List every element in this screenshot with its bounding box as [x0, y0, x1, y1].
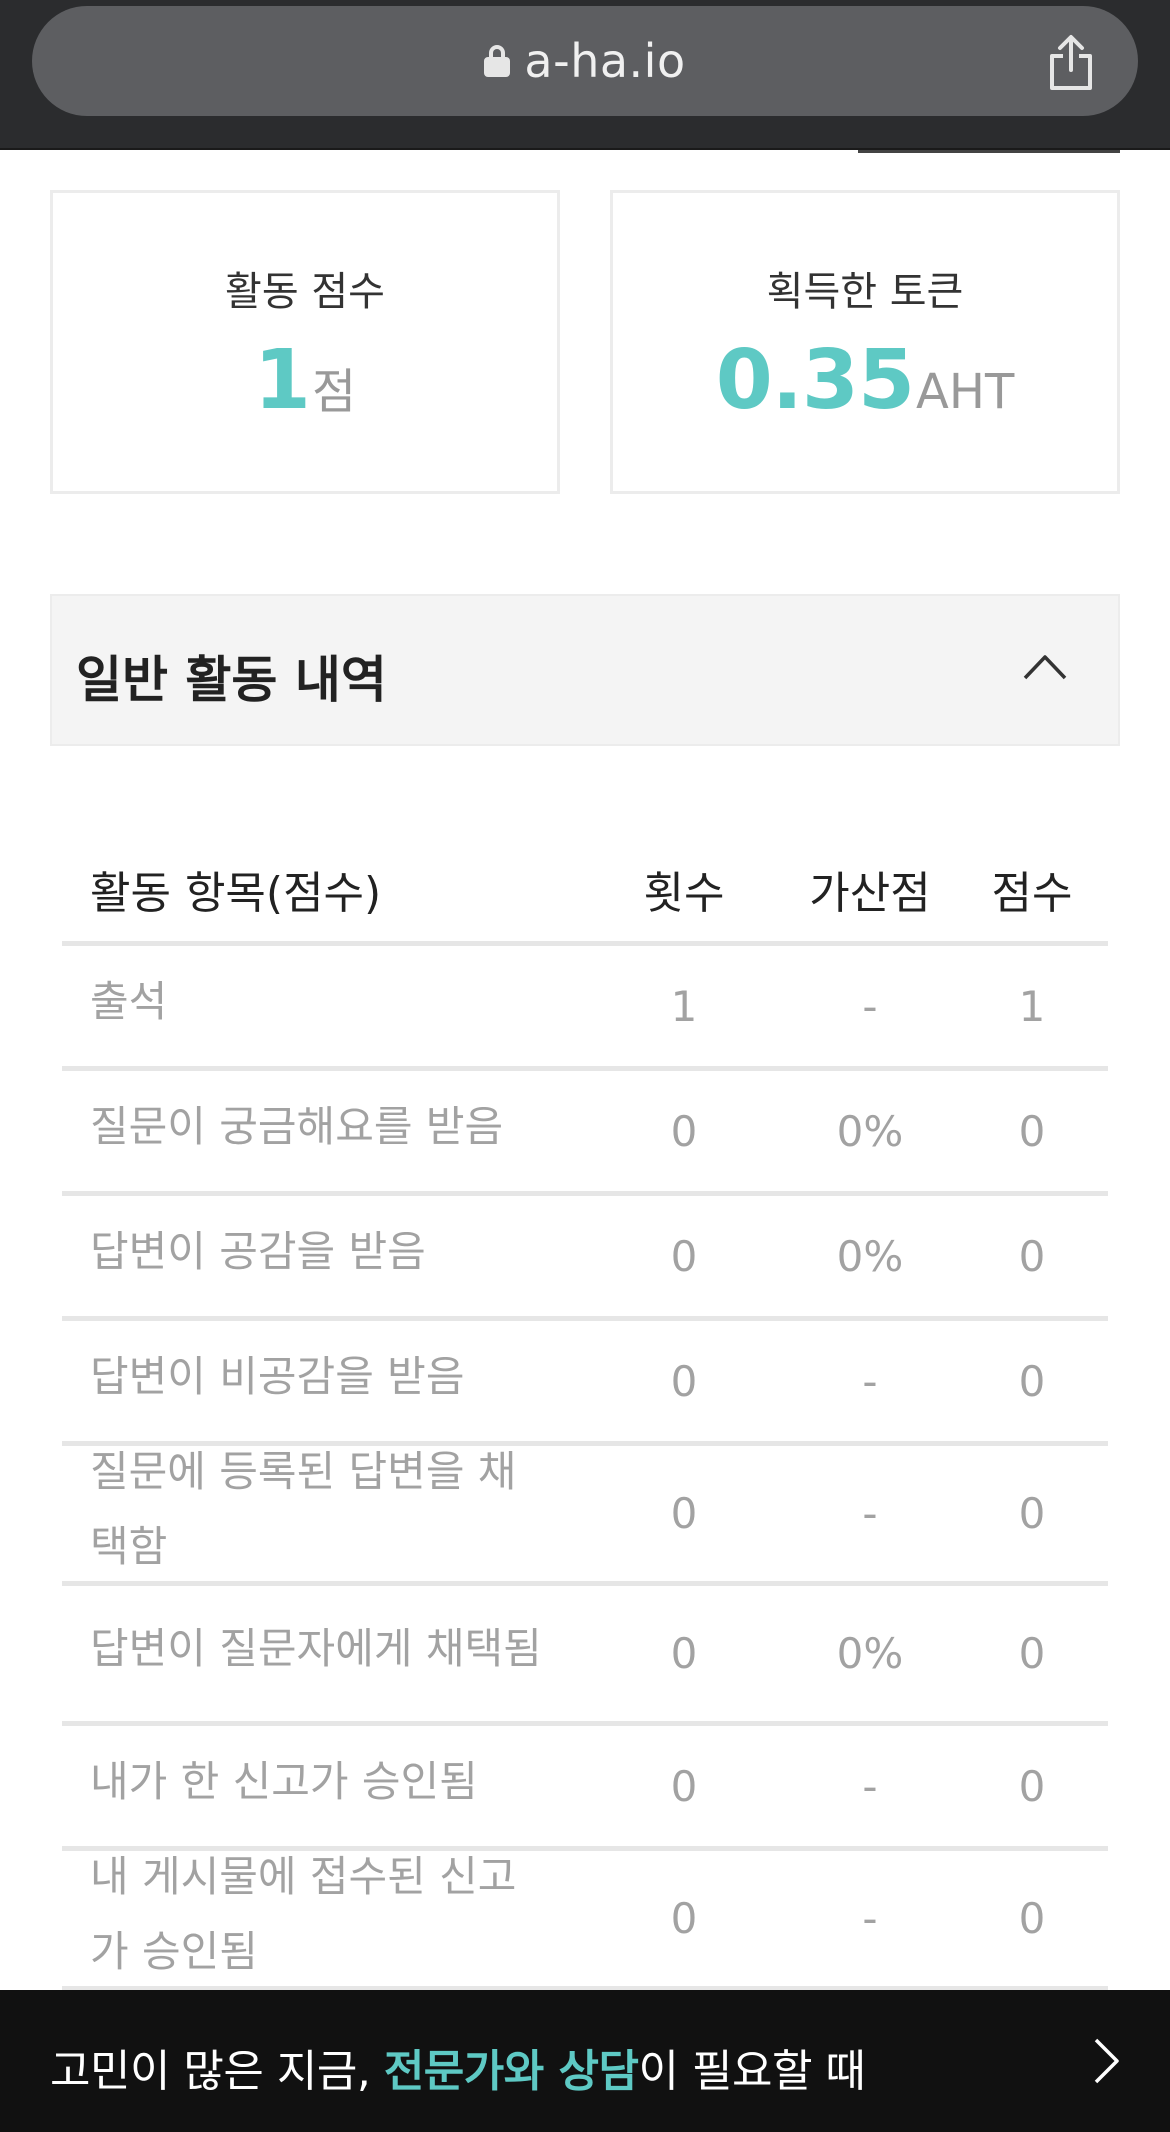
row-score: 0 [1018, 1106, 1046, 1156]
row-score: 0 [1018, 1894, 1046, 1943]
chevron-up-icon[interactable] [1022, 652, 1068, 682]
row-bonus: 0% [836, 1106, 904, 1156]
row-count: 0 [670, 1894, 698, 1943]
row-bonus: 0% [836, 1629, 904, 1678]
row-score: 0 [1018, 1761, 1046, 1811]
row-count: 0 [670, 1761, 698, 1811]
banner-text: 고민이 많은 지금, 전문가와 상담이 필요할 때 [50, 2035, 866, 2099]
row-bonus: - [862, 1894, 878, 1943]
row-score: 0 [1018, 1629, 1046, 1678]
row-item: 내가 한 신고가 승인됨 [90, 1756, 478, 1806]
header-score: 점수 [991, 867, 1073, 919]
row-count: 0 [670, 1231, 698, 1281]
lock-icon [484, 45, 511, 77]
activity-table: 활동 항목(점수) 횟수 가산점 점수 출석 1 - 1 질문이 궁금해요를 받… [62, 836, 1108, 1991]
row-count: 0 [670, 1489, 698, 1538]
token-unit: AHT [916, 364, 1015, 420]
browser-toolbar: a-ha.io [0, 0, 1170, 150]
activity-score-value: 1 [253, 333, 311, 428]
row-bonus: - [862, 1761, 878, 1811]
activity-score-title: 활동 점수 [225, 269, 385, 315]
row-count: 0 [670, 1106, 698, 1156]
row-item: 질문에 등록된 답변을 채택함 [90, 1446, 517, 1571]
table-row: 내가 한 신고가 승인됨 0 - 0 [62, 1726, 1108, 1851]
general-activity-accordion-header[interactable]: 일반 활동 내역 [50, 594, 1120, 746]
row-item: 내 게시물에 접수된 신고가 승인됨 [90, 1851, 517, 1976]
table-header: 활동 항목(점수) 횟수 가산점 점수 [62, 836, 1108, 946]
row-item: 답변이 비공감을 받음 [90, 1351, 465, 1401]
header-item: 활동 항목(점수) [90, 867, 382, 919]
activity-score-unit: 점 [311, 364, 357, 420]
cut-off-link-underline[interactable] [858, 150, 1120, 153]
table-row: 내 게시물에 접수된 신고가 승인됨 0 - 0 [62, 1851, 1108, 1991]
banner-suffix: 이 필요할 때 [638, 2046, 866, 2097]
row-item: 답변이 질문자에게 채택됨 [90, 1624, 542, 1673]
url-text: a-ha.io [524, 34, 686, 88]
expert-consult-banner[interactable]: 고민이 많은 지금, 전문가와 상담이 필요할 때 [0, 1990, 1170, 2132]
row-score: 1 [1018, 981, 1046, 1031]
row-bonus: - [862, 1489, 878, 1538]
table-row: 출석 1 - 1 [62, 946, 1108, 1071]
row-bonus: - [862, 1356, 878, 1406]
table-row: 답변이 질문자에게 채택됨 0 0% 0 [62, 1586, 1108, 1726]
row-bonus: 0% [836, 1231, 904, 1281]
row-bonus: - [862, 981, 878, 1031]
section-title: 일반 활동 내역 [76, 651, 387, 709]
address-bar[interactable]: a-ha.io [32, 6, 1138, 116]
row-count: 0 [670, 1629, 698, 1678]
table-row: 답변이 공감을 받음 0 0% 0 [62, 1196, 1108, 1321]
row-score: 0 [1018, 1356, 1046, 1406]
row-score: 0 [1018, 1489, 1046, 1538]
banner-prefix: 고민이 많은 지금, [50, 2046, 384, 2097]
chevron-right-icon[interactable] [1092, 2036, 1122, 2086]
row-item: 답변이 공감을 받음 [90, 1226, 426, 1276]
header-count: 횟수 [643, 867, 725, 919]
token-value: 0.35 [715, 333, 915, 428]
activity-score-card: 활동 점수 1 점 [50, 190, 560, 494]
banner-highlight: 전문가와 상담 [383, 2046, 639, 2097]
token-title: 획득한 토큰 [766, 269, 964, 315]
row-count: 0 [670, 1356, 698, 1406]
header-bonus: 가산점 [809, 867, 931, 919]
token-card: 획득한 토큰 0.35 AHT [610, 190, 1120, 494]
row-item: 출석 [90, 976, 168, 1026]
table-row: 답변이 비공감을 받음 0 - 0 [62, 1321, 1108, 1446]
table-row: 질문이 궁금해요를 받음 0 0% 0 [62, 1071, 1108, 1196]
row-score: 0 [1018, 1231, 1046, 1281]
row-item: 질문이 궁금해요를 받음 [90, 1101, 504, 1151]
row-count: 1 [670, 981, 698, 1031]
table-row: 질문에 등록된 답변을 채택함 0 - 0 [62, 1446, 1108, 1586]
share-icon[interactable] [1046, 34, 1096, 92]
